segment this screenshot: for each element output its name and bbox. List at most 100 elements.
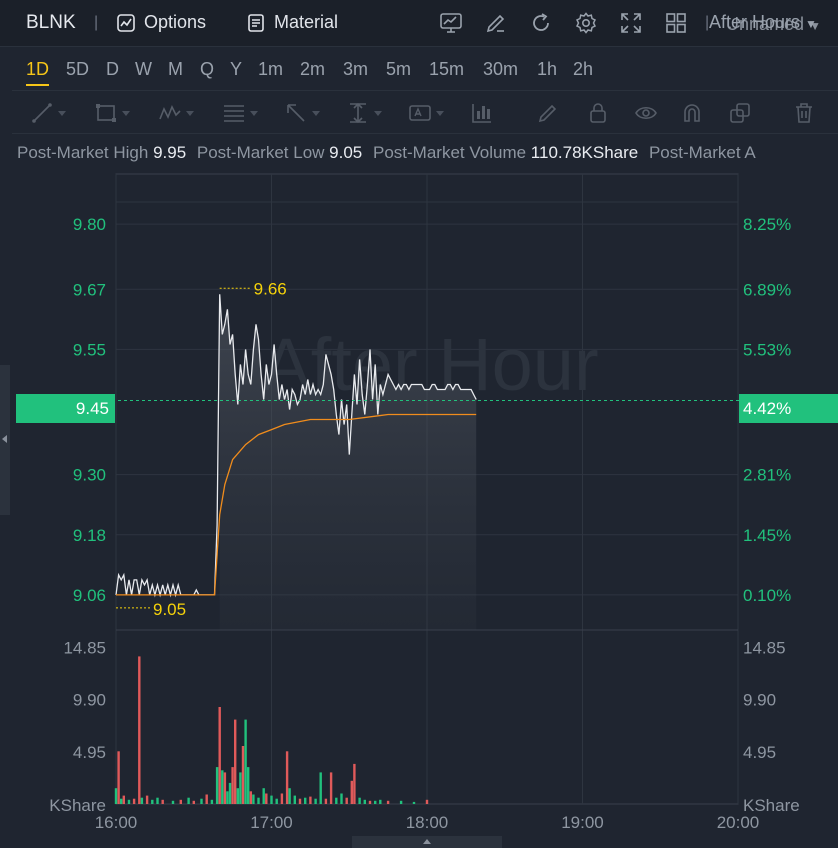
price-axis-label: 9.18 [73,526,106,545]
session-dropdown[interactable]: After Hours ▼ [709,12,817,33]
indicator-chart-icon[interactable] [439,11,463,35]
post-market-stats: Post-Market High 9.95 Post-Market Low 9.… [17,143,756,163]
lock-icon [590,103,606,123]
high-annotation-label: 9.66 [254,279,287,298]
zigzag-pattern-icon [159,105,181,120]
edit-icon[interactable] [484,11,508,35]
volume-bar [425,799,429,804]
volume-bar [117,751,120,804]
timeframe-tab[interactable]: W [135,59,152,80]
text-tool[interactable] [408,101,444,125]
timeframe-tab[interactable]: Y [230,59,242,80]
volume-bar [218,707,221,804]
ticker-symbol[interactable]: BLNK [26,12,76,34]
pattern-tool[interactable] [158,101,194,125]
volume-bar [122,795,125,804]
material-button[interactable]: Material [246,12,338,33]
volume-bar [127,799,131,804]
trend-line-icon [32,103,52,123]
price-axis-label: 9.06 [73,586,106,605]
timeframe-tab[interactable]: Q [200,59,214,80]
caret-icon [436,110,444,116]
arrow-tool[interactable] [284,101,320,125]
timeframe-tab[interactable]: 30m [483,59,518,80]
layout-grid-icon[interactable] [664,11,688,35]
session-label: After Hours [709,12,801,32]
time-axis-label: 20:00 [717,813,760,832]
clone-tool[interactable] [728,101,752,125]
caret-icon [374,110,382,116]
timeframe-tab[interactable]: 5m [386,59,411,80]
volume-bar [226,791,229,804]
text-icon [409,105,431,121]
low-label: Post-Market Low [196,143,325,162]
settings-gear-icon[interactable] [574,11,598,35]
brush-tool[interactable] [536,101,560,125]
caret-icon [58,110,66,116]
timeframe-tab[interactable]: 1h [537,59,557,80]
volume-bar [200,798,203,804]
timeframe-tab[interactable]: 1m [258,59,283,80]
volume-axis-label: 9.90 [73,691,106,710]
bars-icon [472,104,491,123]
time-axis-label: 16:00 [95,813,138,832]
rectangle-tool[interactable] [94,101,130,125]
volume-bar [171,800,175,804]
magnet-tool[interactable] [680,101,704,125]
timeframe-tab[interactable]: 3m [343,59,368,80]
percent-axis-label: 6.89% [743,280,791,299]
volume-bar [239,772,242,804]
volume-label: Post-Market Volume [373,143,527,162]
timeframe-tab[interactable]: 2h [573,59,593,80]
volume-bar [132,798,136,804]
timeframe-tab[interactable]: D [106,59,119,80]
volume-bar [120,798,123,804]
volume-bar [379,799,382,804]
measure-tool[interactable] [346,101,382,125]
trend-line-tool[interactable] [30,101,66,125]
high-value: 9.95 [153,143,187,162]
bottom-panel-toggle-handle[interactable] [352,836,502,848]
volume-bar [241,746,245,804]
timeframe-tab[interactable]: 1D [26,59,50,86]
volume-bar [293,795,296,804]
volume-bar [236,788,239,804]
magnet-icon [684,104,700,122]
bar-pattern-tool[interactable] [470,101,494,125]
timeframe-bar: 1D 5D D W M Q Y 1m 2m 3m 5m 15m 30m 1h 2h [0,47,838,89]
volume-axis-label: 14.85 [63,638,106,657]
fullscreen-icon[interactable] [619,11,643,35]
caret-icon [312,110,320,116]
percent-axis-label: 2.81% [743,466,791,485]
volume-bar [231,767,234,804]
volume-bar [179,799,182,804]
percent-axis-label: 0.10% [743,586,791,605]
timeframe-tab[interactable]: 15m [429,59,464,80]
document-icon [248,13,264,32]
volume-bar [205,794,208,804]
volume-bar [412,801,416,804]
timeframe-tab[interactable]: 2m [300,59,325,80]
header-separator: | [94,14,99,31]
sidebar-toggle-handle[interactable] [0,365,10,515]
truncated-stat-label: Post-Market A [648,143,756,162]
volume-bar [262,788,265,804]
volume-bar [386,800,390,804]
fibonacci-tool[interactable] [222,101,258,125]
options-button[interactable]: Options [116,12,206,33]
price-volume-chart[interactable]: After Hour 9.80 8.25%9.67 6.89%9.55 5.53%9.… [0,170,838,840]
delete-tool[interactable] [792,101,816,125]
volume-bar [228,782,232,804]
refresh-icon[interactable] [529,11,553,35]
volume-bar [335,797,338,804]
lock-tool[interactable] [586,101,610,125]
timeframe-tab[interactable]: M [168,59,183,80]
low-value: 9.05 [329,143,363,162]
volume-value: 110.78KShare [530,143,639,162]
high-label: Post-Market High [17,143,149,162]
volume-bar [252,794,255,804]
timeframe-tab[interactable]: 5D [66,59,89,80]
time-axis-label: 18:00 [406,813,449,832]
visibility-tool[interactable] [634,101,658,125]
volume-bar [145,795,149,804]
